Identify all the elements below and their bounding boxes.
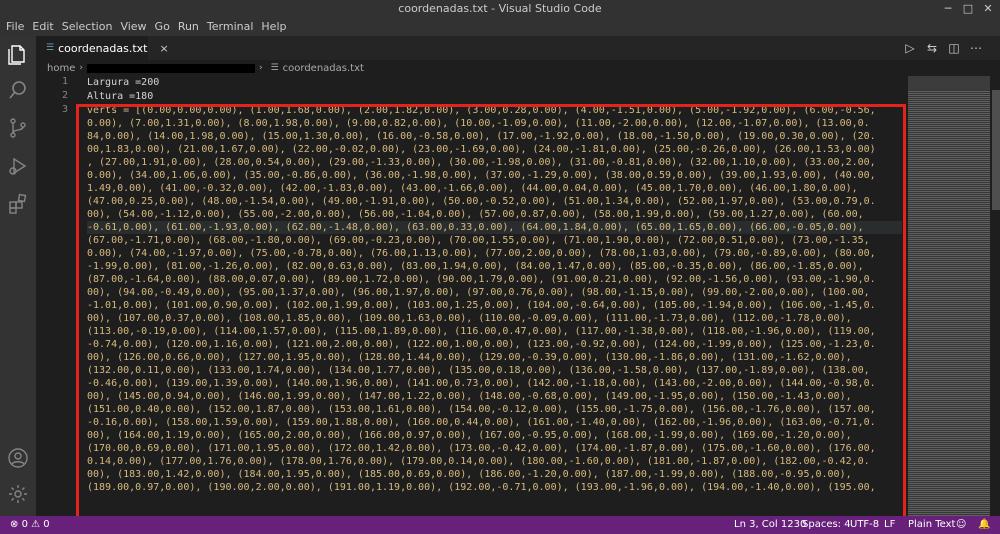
code-line-wrapped[interactable]: 0.00), (74.00,-1.97,0.00), (75.00,-0.78,…	[87, 247, 902, 260]
redacted-path	[86, 63, 255, 73]
maximize-icon[interactable]: □	[960, 1, 976, 17]
code-line[interactable]: Altura =180	[87, 90, 902, 103]
code-line-wrapped[interactable]: 00), (107.00,0.37,0.00), (108.00,1.85,0.…	[87, 312, 902, 325]
code-line-wrapped[interactable]: -1.01,0.00), (101.00,0.90,0.00), (102.00…	[87, 299, 902, 312]
files-icon[interactable]	[6, 42, 30, 66]
window-title: coordenadas.txt - Visual Studio Code	[398, 2, 602, 15]
code-line-wrapped[interactable]: (47.00,0.25,0.00), (48.00,-1.54,0.00), (…	[87, 195, 902, 208]
code-line-wrapped[interactable]: 00), (54.00,-1.12,0.00), (55.00,-2.00,0.…	[87, 208, 902, 221]
code-line-wrapped[interactable]: (189.00,0.97,0.00), (190.00,2.00,0.00), …	[87, 481, 902, 494]
source-control-icon[interactable]	[6, 116, 30, 140]
account-icon[interactable]	[6, 446, 30, 470]
breadcrumb: home › › ☰ coordenadas.txt	[36, 60, 906, 76]
run-file-icon[interactable]: ▷	[902, 40, 918, 56]
code-line-wrapped[interactable]: 00), (145.00,0.94,0.00), (146.00,1.99,0.…	[87, 390, 902, 403]
menu-help[interactable]: Help	[259, 18, 292, 36]
chevron-right-icon: ›	[79, 63, 83, 73]
breadcrumb-home[interactable]: home	[47, 63, 75, 74]
menu-edit[interactable]: Edit	[30, 18, 59, 36]
code-line-wrapped[interactable]: (113.00,-0.19,0.00), (114.00,1.57,0.00),…	[87, 325, 902, 338]
code-line-wrapped[interactable]: -0.16,0.00), (158.00,1.59,0.00), (159.00…	[87, 416, 902, 429]
code-line-wrapped[interactable]: (87.00,-1.64,0.00), (88.00,0.07,0.00), (…	[87, 273, 902, 286]
code-line-wrapped[interactable]: (132.00,0.11,0.00), (133.00,1.74,0.00), …	[87, 364, 902, 377]
code-line-wrapped[interactable]: 0.14,0.00), (177.00,1.76,0.00), (178.00,…	[87, 455, 902, 468]
cursor-position[interactable]: Ln 3, Col 1230	[734, 519, 806, 530]
text-file-icon: ☰	[270, 63, 279, 73]
code-line-wrapped[interactable]: -0.61,0.00), (61.00,-1.93,0.00), (62.00,…	[87, 221, 902, 234]
feedback-icon[interactable]: ☺	[956, 519, 966, 530]
code-line-wrapped[interactable]: 00), (183.00,1.42,0.00), (184.00,1.95,0.…	[87, 468, 902, 481]
tab-label: coordenadas.txt	[58, 41, 148, 55]
split-editor-icon[interactable]: ◫	[946, 40, 962, 56]
line-number: 1	[61, 76, 68, 87]
code-line-wrapped[interactable]: -1.99,0.00), (81.00,-1.26,0.00), (82.00,…	[87, 260, 902, 273]
close-window-icon[interactable]: ✕	[980, 1, 996, 17]
end-of-line[interactable]: LF	[884, 519, 895, 530]
status-bar: ⊗ 0 ⚠ 0 Ln 3, Col 1230 Spaces: 4 UTF-8 L…	[0, 516, 1000, 534]
code-line-wrapped[interactable]: 00,1.83,0.00), (21.00,1.67,0.00), (22.00…	[87, 143, 902, 156]
tab-close-icon[interactable]: ×	[159, 42, 168, 55]
code-line-wrapped[interactable]: 00), (164.00,1.19,0.00), (165.00,2.00,0.…	[87, 429, 902, 442]
menu-run[interactable]: Run	[176, 18, 205, 36]
activity-bar	[0, 36, 36, 516]
code-line-wrapped[interactable]: 00), (94.00,-0.49,0.00), (95.00,1.37,0.0…	[87, 286, 902, 299]
code-line-wrapped[interactable]: , (27.00,1.91,0.00), (28.00,0.54,0.00), …	[87, 156, 902, 169]
code-line-wrapped[interactable]: (170.00,0.69,0.00), (171.00,1.95,0.00), …	[87, 442, 902, 455]
code-line-wrapped[interactable]: -0.74,0.00), (120.00,1.16,0.00), (121.00…	[87, 338, 902, 351]
language-mode[interactable]: Plain Text	[908, 519, 955, 530]
line-number: 3	[61, 104, 68, 115]
minimap-viewport[interactable]	[908, 76, 990, 90]
code-content[interactable]: Largura =200 Altura =180 verts = [(0.00,0.…	[87, 76, 902, 516]
minimap-lines	[908, 76, 990, 516]
compare-icon[interactable]: ⇆	[924, 40, 940, 56]
indentation[interactable]: Spaces: 4	[802, 519, 851, 530]
tab-coordenadas[interactable]: ☰ coordenadas.txt ×	[36, 36, 169, 60]
minimap[interactable]	[906, 76, 990, 516]
title-bar: coordenadas.txt - Visual Studio Code ─ □…	[0, 0, 1000, 18]
notifications-bell-icon[interactable]: 🔔	[978, 519, 990, 530]
more-actions-icon[interactable]: ⋯	[968, 40, 984, 56]
code-line[interactable]: Largura =200	[87, 76, 902, 89]
minimize-icon[interactable]: ─	[940, 1, 956, 17]
warning-icon: ⚠	[31, 519, 41, 530]
error-count: 0	[21, 519, 28, 530]
problems-indicator[interactable]: ⊗ 0 ⚠ 0	[10, 519, 50, 530]
text-file-icon: ☰	[46, 43, 55, 53]
code-line-wrapped[interactable]: -0.46,0.00), (139.00,1.39,0.00), (140.00…	[87, 377, 902, 390]
code-line-wrapped[interactable]: 84,0.00), (14.00,1.98,0.00), (15.00,1.30…	[87, 130, 902, 143]
code-line-wrapped[interactable]: 0.00), (7.00,1.31,0.00), (8.00,1.98,0.00…	[87, 117, 902, 130]
chevron-right-icon: ›	[258, 63, 263, 73]
line-gutter: 1 2 3	[36, 76, 72, 516]
menu-file[interactable]: File	[4, 18, 30, 36]
line-number: 2	[61, 90, 68, 101]
breadcrumb-file[interactable]: coordenadas.txt	[283, 63, 364, 74]
search-icon[interactable]	[6, 78, 30, 102]
extensions-icon[interactable]	[6, 192, 30, 216]
code-line-wrapped[interactable]: 1.49,0.00), (41.00,-0.32,0.00), (42.00,-…	[87, 182, 902, 195]
code-line-wrapped[interactable]: 0.00), (34.00,1.06,0.00), (35.00,-0.86,0…	[87, 169, 902, 182]
run-debug-icon[interactable]	[6, 154, 30, 178]
menu-bar: File Edit Selection View Go Run Terminal…	[0, 18, 1000, 36]
code-editor[interactable]: 1 2 3 Largura =200 Altura =180 verts = [(0…	[36, 76, 906, 516]
settings-gear-icon[interactable]	[6, 482, 30, 506]
editor-tabs: ☰ coordenadas.txt × ▷ ⇆ ◫ ⋯	[36, 36, 1000, 60]
code-line-wrapped[interactable]: 00), (126.00,0.66,0.00), (127.00,1.95,0.…	[87, 351, 902, 364]
code-line-wrapped[interactable]: verts = [(0.00,0.00,0.00), (1.00,1.68,0.…	[87, 104, 902, 117]
encoding[interactable]: UTF-8	[850, 519, 879, 530]
menu-terminal[interactable]: Terminal	[205, 18, 260, 36]
menu-go[interactable]: Go	[153, 18, 176, 36]
vertical-scrollbar[interactable]	[990, 76, 1000, 516]
scrollbar-thumb[interactable]	[992, 90, 1000, 210]
menu-selection[interactable]: Selection	[60, 18, 119, 36]
warning-count: 0	[43, 519, 50, 530]
error-icon: ⊗	[10, 519, 19, 530]
code-line-wrapped[interactable]: (67.00,-1.71,0.00), (68.00,-1.80,0.00), …	[87, 234, 902, 247]
code-line-wrapped[interactable]: (151.00,0.40,0.00), (152.00,1.87,0.00), …	[87, 403, 902, 416]
menu-view[interactable]: View	[118, 18, 152, 36]
